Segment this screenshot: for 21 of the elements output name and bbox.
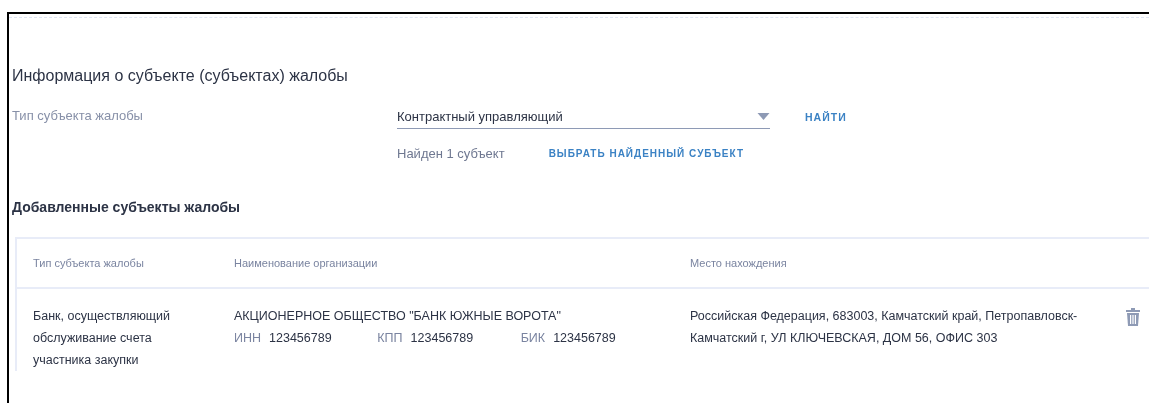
section-title: Информация о субъекте (субъектах) жалобы	[12, 67, 349, 86]
table-cell-text: Российская Федерация, 683003, Камчатский край, Петропавловск-Камчатский г, УЛ КЛЮЧЕВСКАЯ, ДОМ 56, ОФИС 303	[689, 308, 1079, 347]
trash-icon[interactable]	[1126, 308, 1140, 326]
field-label: Тип субъекта жалобы	[12, 108, 144, 125]
org-name: АКЦИОНЕРНОЕ ОБЩЕСТВО "БАНК ЮЖНЫЕ ВОРОТА"	[234, 308, 562, 325]
section-title: Добавленные субъекты жалобы	[12, 199, 242, 215]
search-button[interactable]: НАЙТИ	[805, 111, 847, 129]
column-header: Наименование организации	[233, 257, 379, 269]
table-cell-text: Банк, осуществляющий обслуживание счета участника закупки	[32, 308, 172, 369]
code-value: 123456789	[269, 330, 332, 347]
code-value: 123456789	[410, 330, 474, 347]
code-value: 123456789	[553, 330, 616, 347]
found-count: Найден 1 субъект	[397, 146, 505, 161]
type-dropdown[interactable]: Контрактный управляющий	[397, 109, 770, 129]
code-label: КПП	[377, 330, 403, 347]
column-header: Место нахождения	[689, 257, 788, 269]
select-found-button[interactable]: ВЫБРАТЬ НАЙДЕННЫЙ СУБЪЕКТ	[548, 148, 744, 159]
column-header: Тип субъекта жалобы	[32, 257, 145, 269]
code-label: БИК	[520, 330, 546, 347]
caret-icon	[757, 113, 770, 120]
code-label: ИНН	[234, 330, 262, 347]
